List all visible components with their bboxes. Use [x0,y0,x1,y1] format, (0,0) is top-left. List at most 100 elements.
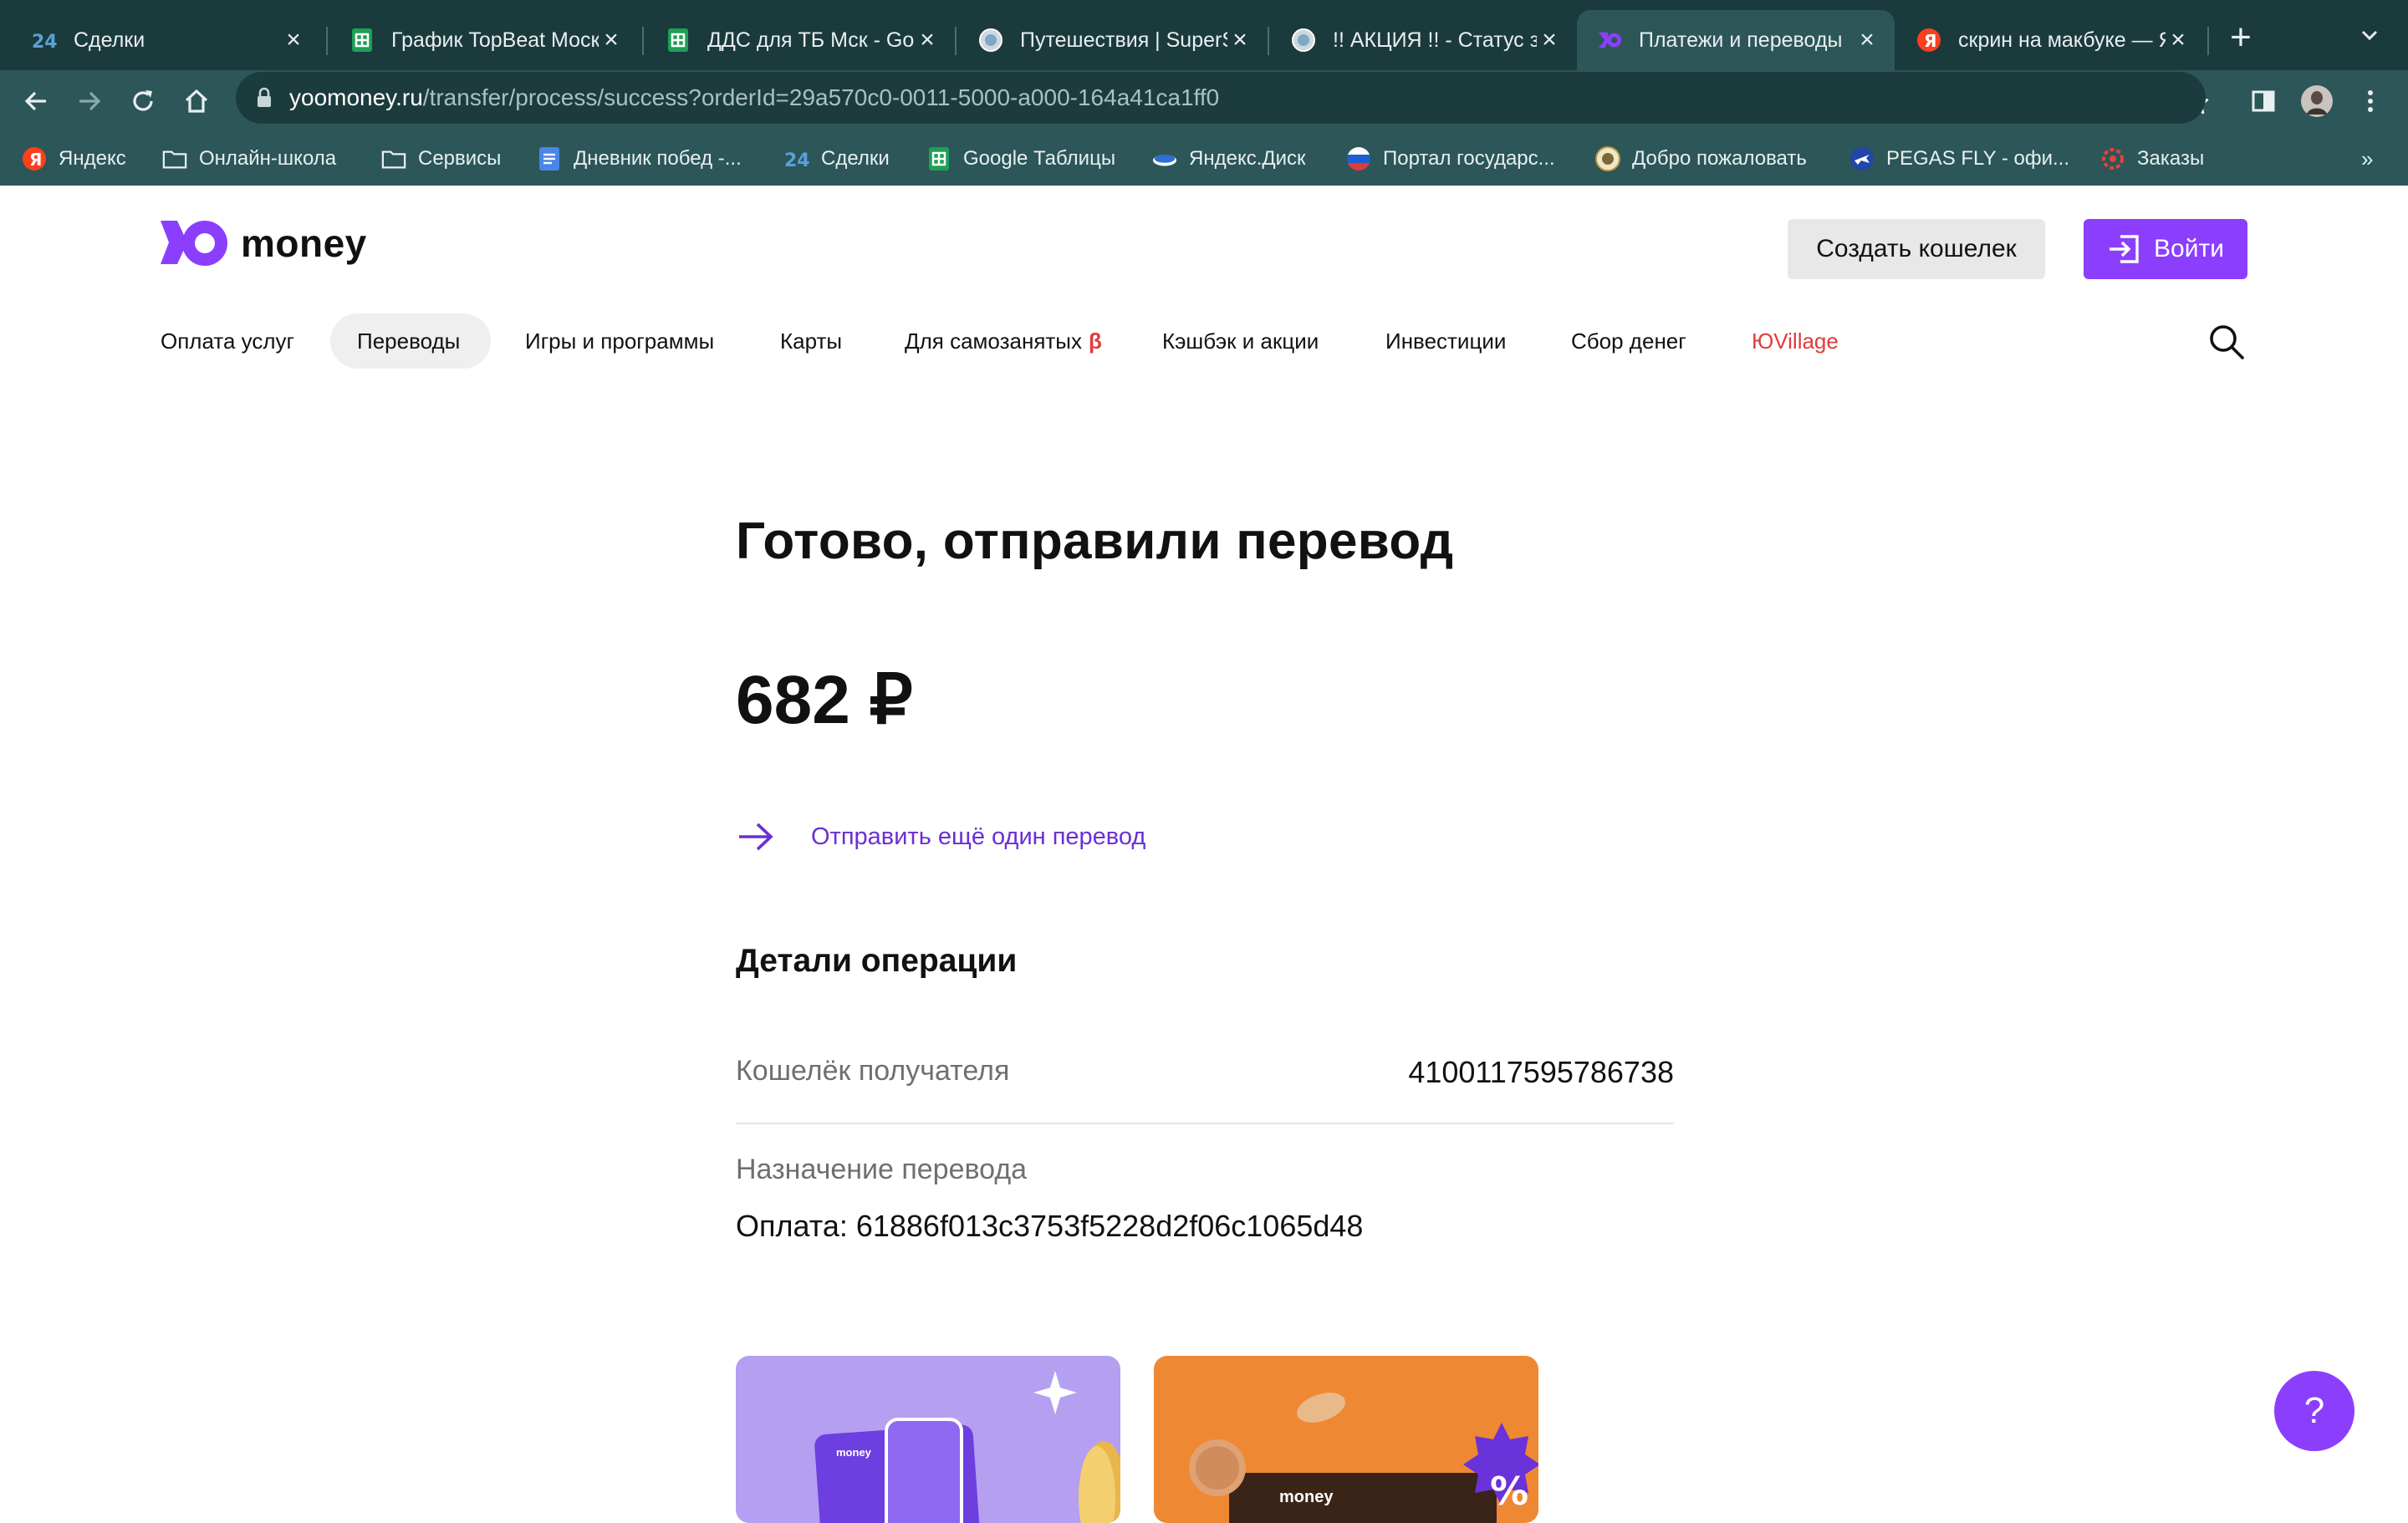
kebab-menu-icon [2368,90,2373,112]
arrow-right-icon [736,819,776,854]
tab-travel[interactable]: Путешествия | SuperSale × [958,10,1268,70]
bookmarks-overflow-button[interactable]: » [2361,144,2373,174]
nav-fundraising[interactable]: Сбор денег [1571,313,1686,369]
tab-yandex-search[interactable]: Я скрин на макбуке — Яндекс × [1896,10,2206,70]
promo-illustration-cashback: % [1189,1393,1538,1523]
tab-separator [1268,27,1269,55]
emblem-icon [1595,146,1620,171]
site-globe-icon [1291,28,1316,53]
close-tab-icon[interactable]: × [1537,28,1562,53]
login-button[interactable]: Войти [2084,219,2247,279]
login-label: Войти [2154,235,2224,262]
tab-yoomoney[interactable]: Платежи и переводы × [1577,10,1895,70]
svg-text:%: % [1490,1469,1528,1514]
folder-icon [162,146,187,171]
bookmarks-bar: Я Яндекс Онлайн-школа Сервисы Дневник по… [0,132,2408,186]
profile-avatar[interactable] [2299,84,2334,119]
address-bar[interactable]: yoomoney.ru/transfer/process/success?ord… [236,72,2206,124]
nav-yuvillage[interactable]: ЮVillage [1752,313,1839,369]
send-another-transfer-label: Отправить ещё один перевод [811,823,1146,850]
bookmark-yandex-disk[interactable]: Яндекс.Диск [1152,144,1306,174]
promo-card-brand: money [836,1446,871,1459]
create-wallet-button[interactable]: Создать кошелек [1788,219,2045,279]
yoomoney-logo[interactable]: money [161,219,367,267]
bookmark-deals[interactable]: 24 Сделки [784,144,890,174]
bookmark-diary[interactable]: Дневник побед -... [537,144,742,174]
bookmark-services[interactable]: Сервисы [381,144,501,174]
sign-in-icon [2107,234,2140,264]
close-tab-icon[interactable]: × [1227,28,1252,53]
tab-title: Платежи и переводы [1639,28,1843,52]
tab-title: скрин на макбуке — Яндекс [1958,28,2166,52]
tab-deals[interactable]: 24 Сделки × [12,10,321,70]
bookmark-label: Сделки [821,147,890,170]
tab-list-chevron-icon[interactable] [2358,25,2381,49]
transfer-amount: 682 ₽ [736,662,913,738]
tab-title: ДДС для ТБ Мск - Google Таблицы [707,28,915,52]
tab-separator [955,27,957,55]
bookmark-label: Дневник побед -... [574,147,742,170]
logo-text: money [241,222,367,265]
close-tab-icon[interactable]: × [599,28,624,53]
nav-self-employed[interactable]: Для самозанятых β [905,313,1102,369]
nav-investments[interactable]: Инвестиции [1385,313,1506,369]
tab-title: !! АКЦИЯ !! - Статус заказа [1333,28,1537,52]
nav-cards[interactable]: Карты [780,313,842,369]
bookmark-label: Яндекс.Диск [1189,147,1306,170]
tab-schedule[interactable]: График TopBeat Москва × [329,10,639,70]
google-docs-icon [537,146,562,171]
close-tab-icon[interactable]: × [915,28,940,53]
arrow-left-icon [24,91,46,111]
transfer-purpose-label: Назначение перевода [736,1154,1028,1185]
side-panel-button[interactable] [2246,84,2281,119]
nav-pay-services[interactable]: Оплата услуг [161,313,294,369]
transfer-purpose-value: Оплата: 61886f013c3753f5228d2f06c1065d48 [736,1209,1364,1243]
svg-text:Я: Я [1924,31,1936,51]
bookmark-label: Добро пожаловать [1632,147,1807,170]
back-button[interactable] [18,84,54,119]
close-tab-icon[interactable]: × [2166,28,2191,53]
google-sheets-icon [666,28,691,53]
promo-illustration-wallet [814,1371,1120,1523]
bookmark-label: Заказы [2137,147,2205,170]
nav-cashback[interactable]: Кэшбэк и акции [1162,313,1319,369]
tab-dds[interactable]: ДДС для ТБ Мск - Google Таблицы × [645,10,955,70]
bookmark-google-sheets[interactable]: Google Таблицы [926,144,1115,174]
bookmark-online-school[interactable]: Онлайн-школа [162,144,336,174]
nav-transfers[interactable]: Переводы [330,313,491,369]
recipient-wallet-value: 4100117595786738 [1408,1055,1674,1089]
bookmark-pegas[interactable]: PEGAS FLY - офи... [1849,144,2069,174]
page-title: Готово, отправили перевод [736,512,1454,570]
new-tab-button[interactable]: + [2224,18,2258,57]
arrow-right-icon [79,91,101,111]
yoomoney-icon [1597,28,1622,53]
site-globe-icon [978,28,1003,53]
home-button[interactable] [179,84,214,119]
send-another-transfer-link[interactable]: Отправить ещё один перевод [736,819,1145,854]
close-tab-icon[interactable]: × [1854,28,1880,53]
bookmark-label: Яндекс [59,147,126,170]
tab-separator [2207,27,2209,55]
bitrix24-icon: 24 [784,146,809,171]
nav-games[interactable]: Игры и программы [525,313,714,369]
svg-text:24: 24 [32,32,57,53]
promo-card-cashback[interactable]: % money [1154,1356,1538,1523]
google-sheets-icon [349,28,375,53]
google-sheets-icon [926,146,951,171]
bookmark-orders[interactable]: Заказы [2100,144,2204,174]
help-button[interactable]: ? [2274,1371,2354,1451]
bookmark-yandex[interactable]: Я Яндекс [22,144,126,174]
bookmark-gosuslugi[interactable]: Портал государс... [1346,144,1555,174]
lock-icon[interactable] [256,87,273,109]
svg-text:Я: Я [29,150,42,170]
forward-button[interactable] [72,84,107,119]
url-text[interactable]: yoomoney.ru/transfer/process/success?ord… [289,84,1219,111]
bookmark-welcome[interactable]: Добро пожаловать [1595,144,1807,174]
browser-menu-button[interactable] [2353,84,2388,119]
promo-card-wallet[interactable]: money [736,1356,1120,1523]
tab-promo[interactable]: !! АКЦИЯ !! - Статус заказа × [1271,10,1577,70]
reload-button[interactable] [125,84,161,119]
bookmark-label: Онлайн-школа [199,147,337,170]
search-icon[interactable] [2207,323,2246,365]
close-tab-icon[interactable]: × [281,28,306,53]
